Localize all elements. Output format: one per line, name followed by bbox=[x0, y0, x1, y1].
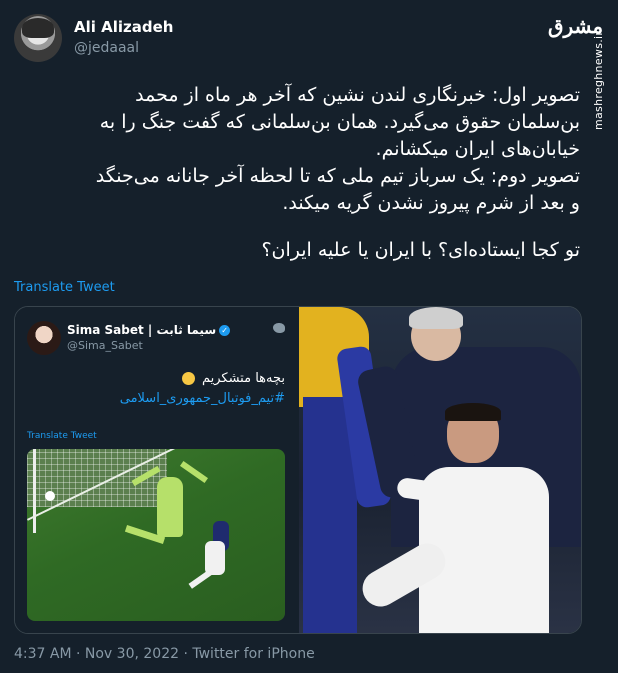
embedded-hashtag: #تیم_فوتبال_جمهوری_اسلامی bbox=[119, 391, 285, 406]
crying-player-photo[interactable] bbox=[299, 307, 581, 633]
embedded-text: بچه‌ها متشکریم #تیم_فوتبال_جمهوری_اسلامی bbox=[27, 369, 285, 409]
tweet-line: خیابان‌های ایران میکشانم. bbox=[375, 138, 580, 160]
embedded-name-text: Sima Sabet | سیما ثابت bbox=[67, 323, 217, 337]
laughing-emoji-icon bbox=[181, 372, 195, 385]
tweet-text: تصویر اول: خبرنگاری لندن نشین که آخر هر … bbox=[14, 82, 580, 264]
embedded-message: بچه‌ها متشکریم bbox=[201, 371, 285, 386]
embedded-avatar bbox=[27, 321, 61, 355]
coach-hair bbox=[409, 307, 463, 329]
football-goal-photo bbox=[27, 449, 285, 621]
tweet-line: تصویر دوم: یک سرباز تیم ملی که تا لحظه آ… bbox=[95, 165, 580, 187]
football bbox=[45, 491, 55, 501]
tweet-line: تو کجا ایستاده‌ای؟ با ایران یا علیه ایرا… bbox=[261, 239, 580, 261]
goalkeeper bbox=[157, 477, 183, 537]
tweet-line: تصویر اول: خبرنگاری لندن نشین که آخر هر … bbox=[135, 84, 580, 106]
embedded-tweet-screenshot[interactable]: Sima Sabet | سیما ثابت ✓ @Sima_Sabet بچه‌… bbox=[15, 307, 297, 633]
tweet-timestamp[interactable]: 4:37 AM · Nov 30, 2022 · Twitter for iPh… bbox=[14, 646, 315, 662]
tweet-line: بن‌سلمان حقوق می‌گیرد. همان بن‌سلمانی که… bbox=[99, 111, 580, 133]
embedded-name: Sima Sabet | سیما ثابت ✓ bbox=[67, 323, 231, 337]
embedded-text-line: بچه‌ها متشکریم bbox=[27, 369, 285, 389]
author-handle[interactable]: @jedaaal bbox=[74, 40, 139, 56]
author-avatar[interactable] bbox=[14, 14, 62, 62]
watermark-url: mashreghnews.ir bbox=[592, 30, 605, 130]
embedded-handle: @Sima_Sabet bbox=[67, 339, 143, 352]
verified-icon: ✓ bbox=[219, 325, 231, 336]
twitter-bird-icon bbox=[273, 323, 285, 333]
tweet-media[interactable]: Sima Sabet | سیما ثابت ✓ @Sima_Sabet بچه‌… bbox=[14, 306, 582, 634]
goalkeeper-arm bbox=[179, 460, 209, 484]
translate-tweet-link[interactable]: Translate Tweet bbox=[14, 280, 115, 295]
embedded-translate-link: Translate Tweet bbox=[27, 431, 97, 441]
player-hair bbox=[445, 403, 501, 421]
author-name[interactable]: Ali Alizadeh bbox=[74, 18, 173, 36]
goal-post bbox=[33, 449, 36, 533]
tweet-line: و بعد از شرم پیروز نشدن گریه میکند. bbox=[282, 192, 580, 214]
